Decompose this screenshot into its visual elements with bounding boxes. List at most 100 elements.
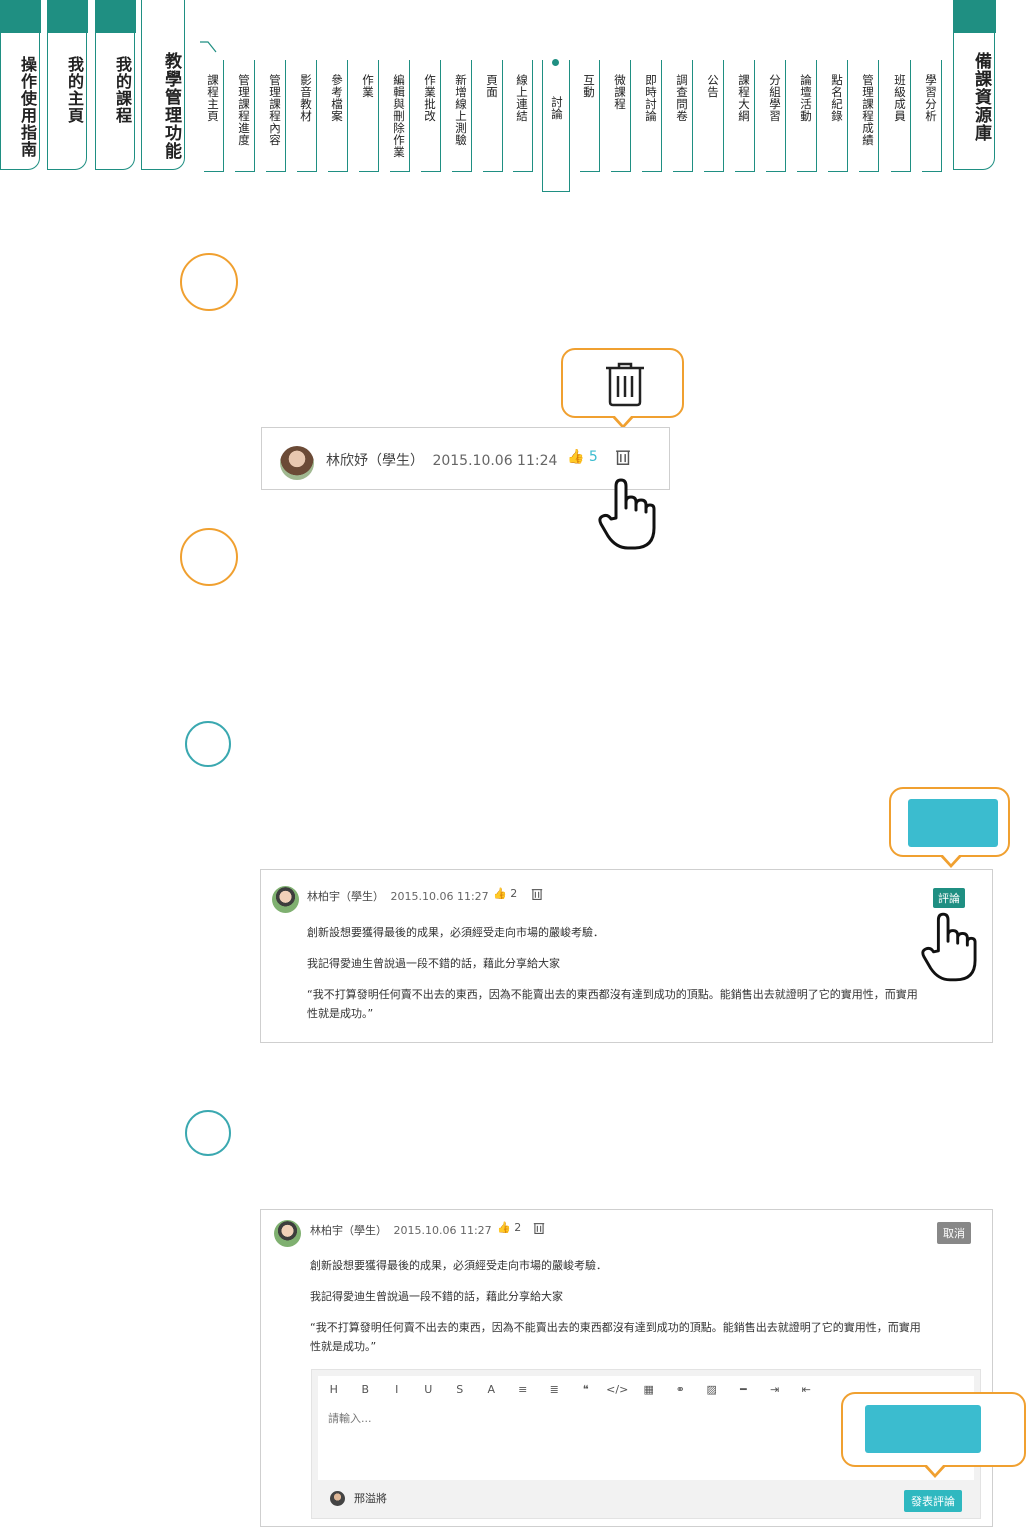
nav-guide[interactable]: 操作使用指南 bbox=[0, 0, 41, 170]
like-count: 2 bbox=[514, 1221, 522, 1234]
sub-nav-tab-label: 管理課程成績 bbox=[861, 74, 875, 146]
nav-cap bbox=[46, 0, 88, 33]
nav-teaching-management-label: 教學管理功能 bbox=[161, 52, 181, 160]
sub-nav-tab[interactable]: 點名紀錄 bbox=[828, 60, 848, 172]
comment-time: 2015.10.06 11:24 bbox=[432, 453, 558, 469]
nav-my-courses[interactable]: 我的課程 bbox=[94, 0, 136, 170]
toolbar-button[interactable]: B bbox=[350, 1383, 382, 1396]
cancel-button[interactable]: 取消 bbox=[937, 1222, 971, 1244]
step-marker bbox=[185, 1110, 231, 1156]
sub-nav-tab[interactable]: 管理課程進度 bbox=[235, 60, 255, 172]
comment-button-callout bbox=[889, 787, 1010, 868]
nav-my-home[interactable]: 我的主頁 bbox=[46, 0, 88, 170]
toolbar-button[interactable]: U bbox=[413, 1383, 445, 1396]
sub-nav-tab-label: 管理課程內容 bbox=[268, 74, 282, 146]
author-name: 林欣妤（學生） bbox=[326, 453, 424, 469]
sub-nav-tab[interactable]: 參考檔案 bbox=[328, 60, 348, 172]
sub-nav-tab-label: 互動 bbox=[582, 74, 596, 98]
nav-teaching-management[interactable]: 教學管理功能 bbox=[141, 0, 185, 170]
sub-nav-tab[interactable]: 影音教材 bbox=[297, 60, 317, 172]
delete-icon[interactable] bbox=[531, 887, 543, 901]
post-line: 我記得愛迪生曾說過一段不錯的話，藉此分享給大家 bbox=[310, 1290, 563, 1303]
nav-my-home-label: 我的主頁 bbox=[65, 56, 84, 124]
thumbs-up-icon: 👍 bbox=[493, 887, 507, 900]
nav-cap bbox=[952, 0, 996, 33]
like-button[interactable]: 👍 2 bbox=[497, 1221, 521, 1234]
sub-nav-tab-label: 管理課程進度 bbox=[237, 74, 251, 146]
step-marker bbox=[180, 528, 238, 586]
sub-nav-tab-label: 編輯與刪除作業 bbox=[392, 74, 406, 158]
toolbar-button[interactable]: ≣ bbox=[539, 1383, 571, 1396]
post-line: 創新設想要獲得最後的成果，必須經受走向市場的嚴峻考驗． bbox=[307, 926, 604, 939]
sub-nav-tab[interactable]: 作業 bbox=[359, 60, 379, 172]
comment-meta: 林欣妤（學生） 2015.10.06 11:24 bbox=[326, 450, 557, 470]
sub-nav-tab[interactable]: 管理課程成績 bbox=[859, 60, 879, 172]
toolbar-button[interactable]: ⇥ bbox=[759, 1383, 791, 1396]
toolbar-button[interactable]: ≡ bbox=[507, 1383, 539, 1396]
thumbs-up-icon: 👍 bbox=[567, 449, 585, 465]
sub-nav-tab[interactable]: 課程主頁 bbox=[204, 60, 224, 172]
submit-button-callout bbox=[841, 1392, 1026, 1478]
sub-nav-tab[interactable]: 即時討論 bbox=[642, 60, 662, 172]
comment-button[interactable]: 評論 bbox=[933, 888, 965, 908]
sub-nav-tab-label: 線上連結 bbox=[515, 74, 529, 122]
sub-nav-tab-label: 作業 bbox=[361, 74, 375, 98]
toolbar-button[interactable]: H bbox=[318, 1383, 350, 1396]
delete-icon[interactable] bbox=[615, 448, 631, 466]
post-time: 2015.10.06 11:27 bbox=[393, 1224, 492, 1237]
post-meta: 林柏宇（學生） 2015.10.06 11:27 bbox=[310, 1222, 492, 1238]
sub-nav-tab[interactable]: 編輯與刪除作業 bbox=[390, 60, 410, 172]
sub-nav-tab[interactable]: 新增線上測驗 bbox=[452, 60, 472, 172]
discussion-post-with-editor: 林柏宇（學生） 2015.10.06 11:27 👍 2 取消 創新設想要獲得最… bbox=[260, 1209, 993, 1527]
sub-nav-tab[interactable]: 互動 bbox=[580, 60, 600, 172]
toolbar-button[interactable]: ▦ bbox=[633, 1383, 665, 1396]
like-button[interactable]: 👍 2 bbox=[493, 887, 517, 900]
sub-nav-tab[interactable]: 班級成員 bbox=[891, 60, 911, 172]
callout-tail bbox=[939, 854, 963, 868]
nav-connector bbox=[200, 41, 217, 53]
like-count: 5 bbox=[588, 449, 598, 465]
sub-nav-tab[interactable]: 作業批改 bbox=[421, 60, 441, 172]
toolbar-button[interactable]: ⇤ bbox=[791, 1383, 823, 1396]
avatar bbox=[274, 1220, 301, 1247]
toolbar-button[interactable]: ━ bbox=[728, 1383, 760, 1396]
toolbar-button[interactable]: A bbox=[476, 1383, 508, 1396]
sub-nav-tab[interactable]: 微課程 bbox=[611, 60, 631, 172]
sub-nav-tab[interactable]: 課程大綱 bbox=[735, 60, 755, 172]
post-line: 性就是成功。” bbox=[310, 1340, 377, 1353]
toolbar-button[interactable]: ❝ bbox=[570, 1383, 602, 1396]
discussion-post: 林柏宇（學生） 2015.10.06 11:27 👍 2 評論 創新設想要獲得最… bbox=[260, 869, 993, 1043]
current-user-name: 邢溢將 bbox=[354, 1492, 387, 1505]
sub-nav-tab[interactable]: 分組學習 bbox=[766, 60, 786, 172]
sub-nav-tab-label: 分組學習 bbox=[768, 74, 782, 122]
toolbar-button[interactable]: ▨ bbox=[696, 1383, 728, 1396]
like-button[interactable]: 👍 5 bbox=[567, 449, 598, 465]
sub-nav-tab[interactable]: 公告 bbox=[704, 60, 724, 172]
sub-nav-tab[interactable]: 頁面 bbox=[483, 60, 503, 172]
sub-nav-tab-label: 論壇活動 bbox=[799, 74, 813, 122]
sub-nav-tab[interactable]: 論壇活動 bbox=[797, 60, 817, 172]
toolbar-button[interactable]: ⚭ bbox=[665, 1383, 697, 1396]
post-time: 2015.10.06 11:27 bbox=[390, 890, 489, 903]
sub-nav-tab[interactable]: 管理課程內容 bbox=[266, 60, 286, 172]
avatar bbox=[280, 446, 314, 480]
submit-comment-button[interactable]: 發表評論 bbox=[904, 1490, 962, 1512]
toolbar-button[interactable]: I bbox=[381, 1383, 413, 1396]
nav-resource-library[interactable]: 備課資源庫 bbox=[952, 0, 996, 170]
toolbar-button[interactable]: </> bbox=[602, 1383, 634, 1396]
sub-nav-tab-active[interactable]: 討論 bbox=[542, 60, 570, 192]
delete-icon[interactable] bbox=[533, 1221, 545, 1235]
sub-nav-tab[interactable]: 學習分析 bbox=[922, 60, 942, 172]
sub-nav-tab[interactable]: 調查問卷 bbox=[673, 60, 693, 172]
sub-nav-tab[interactable]: 線上連結 bbox=[513, 60, 533, 172]
sub-nav-tab-label: 公告 bbox=[706, 74, 720, 98]
sub-nav-tab-label: 新增線上測驗 bbox=[454, 74, 468, 146]
active-indicator-dot bbox=[552, 59, 559, 66]
nav-cap bbox=[94, 0, 136, 33]
toolbar-button[interactable]: S bbox=[444, 1383, 476, 1396]
author-name: 林柏宇（學生） bbox=[310, 1224, 387, 1237]
callout-tail bbox=[923, 1464, 947, 1478]
post-line: “我不打算發明任何賣不出去的東西，因為不能賣出去的東西都沒有達到成功的頂點。能銷… bbox=[307, 988, 918, 1001]
highlight-block bbox=[865, 1405, 981, 1453]
thumbs-up-icon: 👍 bbox=[497, 1221, 511, 1234]
